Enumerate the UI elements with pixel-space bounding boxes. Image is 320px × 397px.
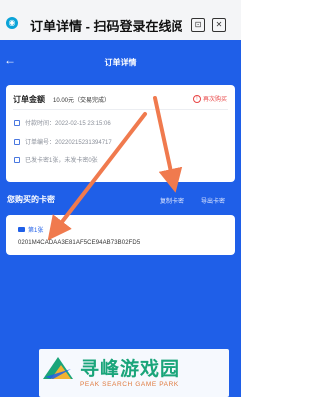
- watermark-logo-icon: [43, 357, 73, 379]
- divider: [13, 109, 228, 110]
- document-icon: [14, 138, 20, 145]
- phone-screen: ◉ 订单详情 - 扫码登录在线阅 ⊡ ✕ ← 订单详情 订单金额 10.00元（…: [0, 0, 241, 397]
- page-header: ← 订单详情: [0, 40, 241, 82]
- miniprogram-bar: ◉ 订单详情 - 扫码登录在线阅 ⊡ ✕: [0, 0, 241, 41]
- amount-label: 订单金额: [13, 95, 45, 104]
- order-no-text: 订单编号：20220215231394717: [25, 140, 112, 146]
- pay-time-row: 付款时间：2022-02-15 23:15:06: [14, 118, 111, 127]
- close-icon[interactable]: ✕: [212, 18, 226, 32]
- page-title: 订单详情: [104, 58, 137, 67]
- code-index-label: 第1张: [28, 228, 44, 234]
- amount-value: 10.00元（交易完成）: [53, 98, 111, 104]
- code-card: 第1张 0201M4CADAA3E81AF5CE94AB73B02FD5: [6, 215, 235, 255]
- watermark-brand: 寻峰游戏园: [80, 359, 181, 380]
- alert-icon: !: [192, 94, 201, 103]
- code-value[interactable]: 0201M4CADAA3E81AF5CE94AB73B02FD5: [18, 240, 140, 246]
- order-card: 订单金额 10.00元（交易完成） ! 再次购买 付款时间：2022-02-15…: [6, 85, 235, 182]
- copy-codes-link[interactable]: 复制卡密: [160, 196, 184, 205]
- rebuy-label: 再次购买: [202, 97, 227, 103]
- codes-section-title: 您购买的卡密: [7, 195, 55, 204]
- card-icon: [18, 227, 25, 232]
- pay-time-text: 付款时间：2022-02-15 23:15:06: [25, 121, 111, 127]
- watermark-subtitle: PEAK SEARCH GAME PARK: [80, 381, 179, 388]
- calendar-icon: [14, 119, 20, 126]
- delivery-row: 已发卡密1张，未发卡密0张: [14, 155, 98, 164]
- code-index: 第1张: [18, 225, 43, 234]
- order-no-row: 订单编号：20220215231394717: [14, 137, 112, 146]
- share-icon[interactable]: ⊡: [191, 18, 205, 32]
- delivery-text: 已发卡密1张，未发卡密0张: [25, 158, 98, 164]
- app-logo-icon: ◉: [6, 17, 18, 29]
- export-codes-link[interactable]: 导出卡密: [201, 196, 225, 205]
- miniprogram-title: 订单详情 - 扫码登录在线阅: [30, 19, 182, 32]
- rebuy-button[interactable]: ! 再次购买: [192, 94, 227, 103]
- card-icon: [14, 156, 20, 163]
